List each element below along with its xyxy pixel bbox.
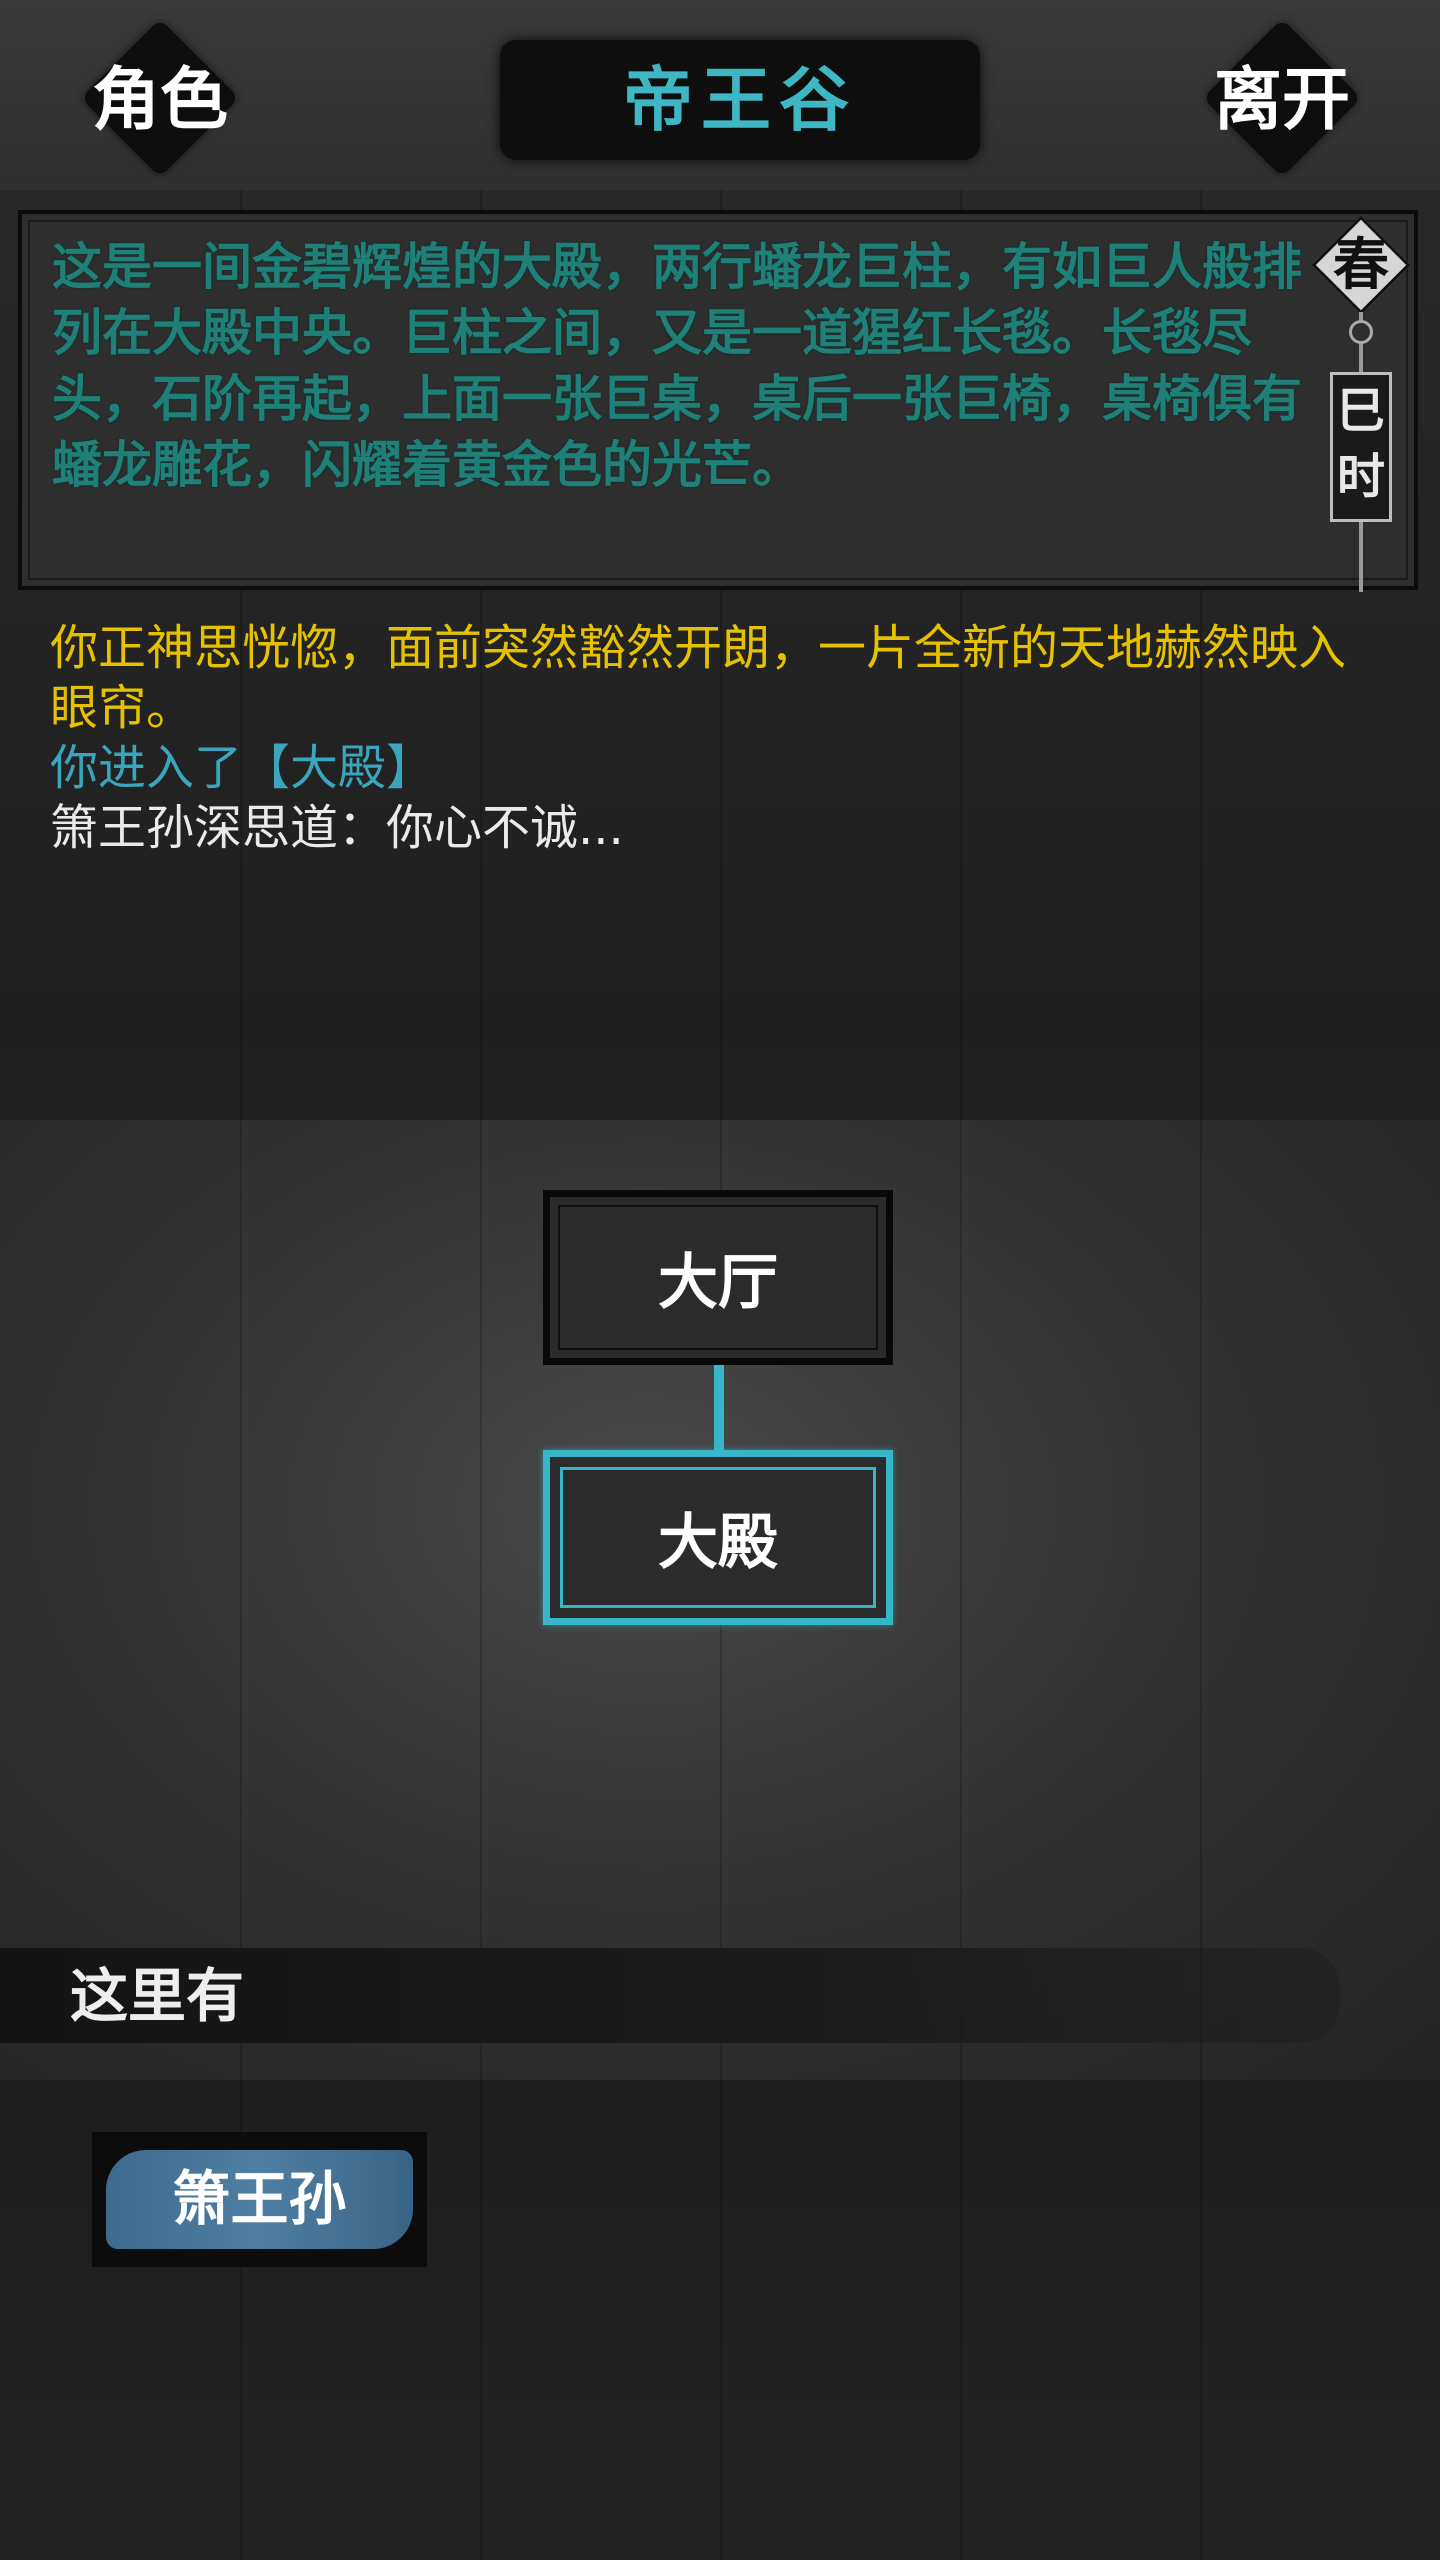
leave-button-label: 离开 — [1213, 60, 1350, 140]
map-connector — [714, 1365, 724, 1450]
season-label: 春 — [1333, 232, 1389, 298]
character-button-label: 角色 — [91, 60, 228, 140]
leave-button[interactable]: 离开 — [1192, 8, 1372, 188]
message-line: 你进入了【大殿】 — [50, 740, 435, 796]
hour-label: 巳时 — [1336, 383, 1385, 505]
character-button[interactable]: 角色 — [70, 8, 250, 188]
message-line: 箫王孙深思道：你心不诚... — [50, 800, 624, 856]
message-line: 你正神思恍惚，面前突然豁然开朗，一片全新的天地赫然映入眼帘。 — [50, 620, 1347, 736]
npc-button[interactable]: 箫王孙 — [92, 2132, 427, 2267]
ring-icon — [1349, 320, 1373, 344]
npc-button-label: 箫王孙 — [172, 2165, 347, 2233]
map-room-hall[interactable]: 大厅 — [543, 1190, 893, 1365]
room-description-panel: 这是一间金碧辉煌的大殿，两行蟠龙巨柱，有如巨人般排列在大殿中央。巨柱之间，又是一… — [18, 210, 1418, 590]
message-log: 你正神思恍惚，面前突然豁然开朗，一片全新的天地赫然映入眼帘。 你进入了【大殿】 … — [50, 618, 1390, 858]
map-room-label: 大殿 — [658, 1508, 778, 1578]
location-title: 帝王谷 — [500, 40, 980, 160]
here-section-label: 这里有 — [70, 1962, 245, 2030]
map-room-label: 大厅 — [658, 1248, 778, 1318]
room-description: 这是一间金碧辉煌的大殿，两行蟠龙巨柱，有如巨人般排列在大殿中央。巨柱之间，又是一… — [52, 237, 1302, 494]
map-room-current[interactable]: 大殿 — [543, 1450, 893, 1625]
location-title-label: 帝王谷 — [623, 58, 857, 141]
time-indicator: 春 巳时 — [1311, 215, 1411, 592]
